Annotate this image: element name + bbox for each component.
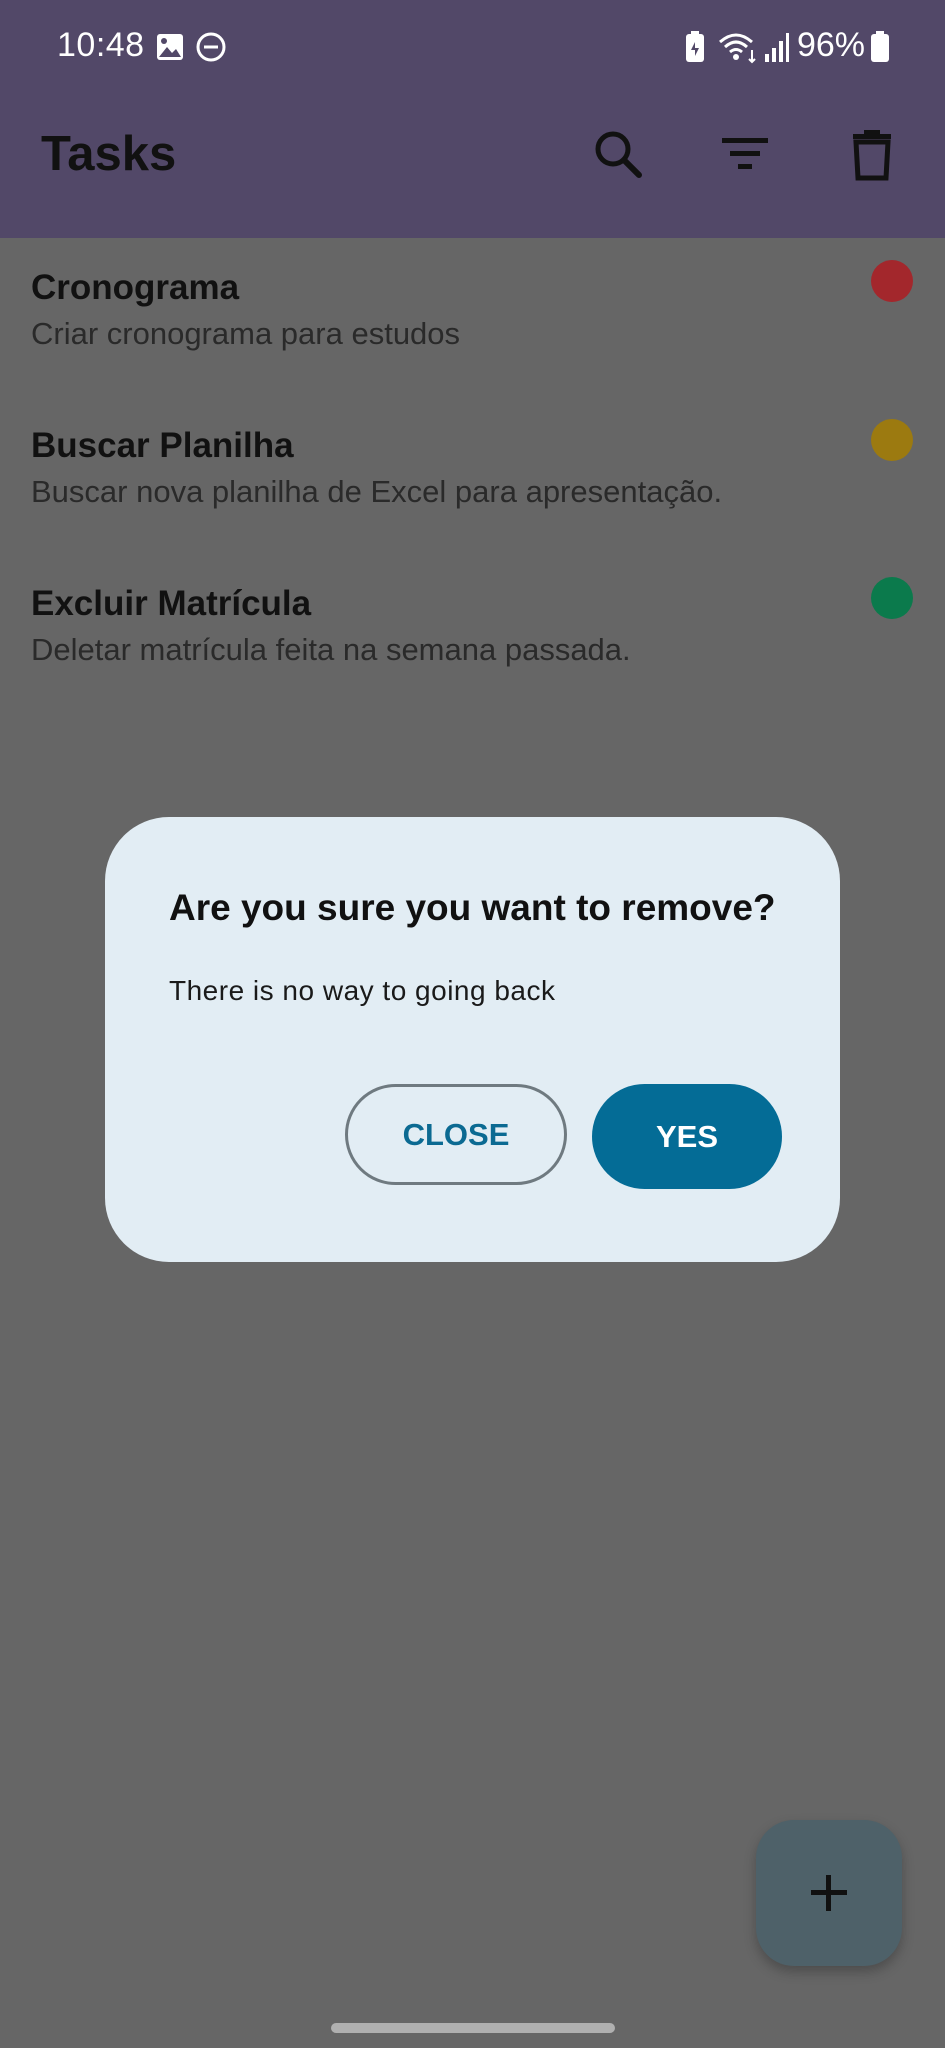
wifi-icon <box>719 33 756 64</box>
plus-icon <box>811 1875 847 1911</box>
list-item[interactable]: Excluir Matrícula Deletar matrícula feit… <box>31 582 891 672</box>
image-icon <box>157 34 183 60</box>
priority-indicator <box>871 260 913 302</box>
search-icon[interactable] <box>590 126 646 182</box>
status-time: 10:48 <box>57 26 145 64</box>
priority-indicator <box>871 577 913 619</box>
task-title: Buscar Planilha <box>31 426 294 465</box>
app-bar: 10:48 96% Tasks <box>0 0 945 238</box>
list-item[interactable]: Cronograma Criar cronograma para estudos <box>31 266 891 356</box>
delete-icon[interactable] <box>844 126 900 182</box>
add-task-button[interactable] <box>756 1820 902 1966</box>
dialog-title: Are you sure you want to remove? <box>169 887 776 928</box>
list-item[interactable]: Buscar Planilha Buscar nova planilha de … <box>31 424 891 514</box>
battery-saver-icon <box>686 31 704 62</box>
signal-icon <box>765 33 789 62</box>
task-title: Cronograma <box>31 268 240 307</box>
confirm-dialog: Are you sure you want to remove? There i… <box>105 817 840 1262</box>
task-title: Excluir Matrícula <box>31 584 312 623</box>
task-description: Deletar matrícula feita na semana passad… <box>31 632 631 667</box>
yes-button[interactable]: YES <box>592 1084 782 1189</box>
close-button[interactable]: CLOSE <box>345 1084 567 1185</box>
dialog-message: There is no way to going back <box>169 975 556 1006</box>
task-description: Criar cronograma para estudos <box>31 316 461 351</box>
page-title: Tasks <box>41 127 177 181</box>
battery-icon <box>871 31 889 62</box>
battery-percentage: 96% <box>796 26 865 64</box>
filter-icon[interactable] <box>718 126 774 182</box>
do-not-disturb-icon <box>196 32 226 62</box>
gesture-navigation-bar[interactable] <box>331 2023 615 2033</box>
priority-indicator <box>871 419 913 461</box>
task-description: Buscar nova planilha de Excel para apres… <box>31 474 723 509</box>
